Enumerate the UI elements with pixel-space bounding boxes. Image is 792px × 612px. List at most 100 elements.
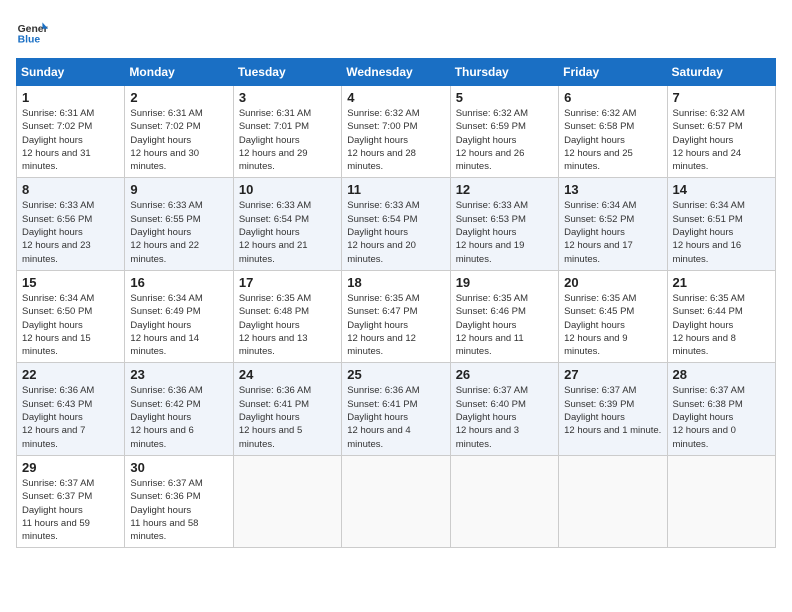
day-info: Sunrise: 6:35 AMSunset: 6:46 PMDaylight … [456,293,528,357]
weekday-header: SundayMondayTuesdayWednesdayThursdayFrid… [17,59,776,86]
calendar-cell: 22 Sunrise: 6:36 AMSunset: 6:43 PMDaylig… [17,363,125,455]
day-number: 19 [456,275,553,290]
logo-icon: General Blue [16,16,48,48]
day-info: Sunrise: 6:36 AMSunset: 6:43 PMDaylight … [22,385,94,449]
weekday-tuesday: Tuesday [233,59,341,86]
calendar-cell: 10 Sunrise: 6:33 AMSunset: 6:54 PMDaylig… [233,178,341,270]
day-info: Sunrise: 6:37 AMSunset: 6:36 PMDaylight … [130,478,202,542]
weekday-monday: Monday [125,59,233,86]
day-number: 10 [239,182,336,197]
calendar-cell [342,455,450,547]
day-info: Sunrise: 6:33 AMSunset: 6:54 PMDaylight … [239,200,311,264]
weekday-thursday: Thursday [450,59,558,86]
week-row: 22 Sunrise: 6:36 AMSunset: 6:43 PMDaylig… [17,363,776,455]
week-row: 8 Sunrise: 6:33 AMSunset: 6:56 PMDayligh… [17,178,776,270]
day-info: Sunrise: 6:32 AMSunset: 7:00 PMDaylight … [347,108,419,172]
day-number: 6 [564,90,661,105]
day-number: 8 [22,182,119,197]
calendar-cell: 4 Sunrise: 6:32 AMSunset: 7:00 PMDayligh… [342,86,450,178]
calendar-cell: 25 Sunrise: 6:36 AMSunset: 6:41 PMDaylig… [342,363,450,455]
calendar-cell: 11 Sunrise: 6:33 AMSunset: 6:54 PMDaylig… [342,178,450,270]
day-info: Sunrise: 6:35 AMSunset: 6:45 PMDaylight … [564,293,636,357]
day-number: 21 [673,275,770,290]
calendar-cell [450,455,558,547]
day-number: 20 [564,275,661,290]
calendar-cell: 14 Sunrise: 6:34 AMSunset: 6:51 PMDaylig… [667,178,775,270]
calendar-cell: 24 Sunrise: 6:36 AMSunset: 6:41 PMDaylig… [233,363,341,455]
day-info: Sunrise: 6:33 AMSunset: 6:56 PMDaylight … [22,200,94,264]
day-number: 14 [673,182,770,197]
day-info: Sunrise: 6:32 AMSunset: 6:58 PMDaylight … [564,108,636,172]
day-info: Sunrise: 6:36 AMSunset: 6:42 PMDaylight … [130,385,202,449]
day-info: Sunrise: 6:34 AMSunset: 6:51 PMDaylight … [673,200,745,264]
logo: General Blue [16,16,48,48]
day-number: 24 [239,367,336,382]
calendar-cell: 6 Sunrise: 6:32 AMSunset: 6:58 PMDayligh… [559,86,667,178]
day-info: Sunrise: 6:32 AMSunset: 6:59 PMDaylight … [456,108,528,172]
calendar-cell: 12 Sunrise: 6:33 AMSunset: 6:53 PMDaylig… [450,178,558,270]
day-info: Sunrise: 6:37 AMSunset: 6:37 PMDaylight … [22,478,94,542]
day-info: Sunrise: 6:31 AMSunset: 7:01 PMDaylight … [239,108,311,172]
day-number: 17 [239,275,336,290]
day-number: 11 [347,182,444,197]
day-number: 16 [130,275,227,290]
calendar-cell: 13 Sunrise: 6:34 AMSunset: 6:52 PMDaylig… [559,178,667,270]
calendar-cell: 30 Sunrise: 6:37 AMSunset: 6:36 PMDaylig… [125,455,233,547]
calendar-cell: 21 Sunrise: 6:35 AMSunset: 6:44 PMDaylig… [667,270,775,362]
calendar-cell: 18 Sunrise: 6:35 AMSunset: 6:47 PMDaylig… [342,270,450,362]
calendar-cell: 15 Sunrise: 6:34 AMSunset: 6:50 PMDaylig… [17,270,125,362]
day-info: Sunrise: 6:36 AMSunset: 6:41 PMDaylight … [347,385,419,449]
day-info: Sunrise: 6:35 AMSunset: 6:47 PMDaylight … [347,293,419,357]
day-info: Sunrise: 6:34 AMSunset: 6:50 PMDaylight … [22,293,94,357]
calendar-cell: 23 Sunrise: 6:36 AMSunset: 6:42 PMDaylig… [125,363,233,455]
day-number: 18 [347,275,444,290]
day-info: Sunrise: 6:33 AMSunset: 6:53 PMDaylight … [456,200,528,264]
weekday-saturday: Saturday [667,59,775,86]
calendar-cell [233,455,341,547]
weekday-friday: Friday [559,59,667,86]
day-number: 12 [456,182,553,197]
day-info: Sunrise: 6:34 AMSunset: 6:52 PMDaylight … [564,200,636,264]
day-info: Sunrise: 6:32 AMSunset: 6:57 PMDaylight … [673,108,745,172]
day-number: 3 [239,90,336,105]
day-info: Sunrise: 6:37 AMSunset: 6:40 PMDaylight … [456,385,528,449]
calendar-cell: 16 Sunrise: 6:34 AMSunset: 6:49 PMDaylig… [125,270,233,362]
calendar-cell: 8 Sunrise: 6:33 AMSunset: 6:56 PMDayligh… [17,178,125,270]
calendar-cell: 5 Sunrise: 6:32 AMSunset: 6:59 PMDayligh… [450,86,558,178]
calendar-cell: 27 Sunrise: 6:37 AMSunset: 6:39 PMDaylig… [559,363,667,455]
day-info: Sunrise: 6:31 AMSunset: 7:02 PMDaylight … [22,108,94,172]
calendar-cell: 20 Sunrise: 6:35 AMSunset: 6:45 PMDaylig… [559,270,667,362]
calendar-cell: 3 Sunrise: 6:31 AMSunset: 7:01 PMDayligh… [233,86,341,178]
day-number: 9 [130,182,227,197]
weekday-wednesday: Wednesday [342,59,450,86]
day-number: 26 [456,367,553,382]
day-info: Sunrise: 6:37 AMSunset: 6:38 PMDaylight … [673,385,745,449]
day-info: Sunrise: 6:34 AMSunset: 6:49 PMDaylight … [130,293,202,357]
week-row: 15 Sunrise: 6:34 AMSunset: 6:50 PMDaylig… [17,270,776,362]
day-number: 7 [673,90,770,105]
day-info: Sunrise: 6:31 AMSunset: 7:02 PMDaylight … [130,108,202,172]
calendar-cell [667,455,775,547]
calendar-cell: 29 Sunrise: 6:37 AMSunset: 6:37 PMDaylig… [17,455,125,547]
day-number: 15 [22,275,119,290]
calendar-cell: 19 Sunrise: 6:35 AMSunset: 6:46 PMDaylig… [450,270,558,362]
day-info: Sunrise: 6:37 AMSunset: 6:39 PMDaylight … [564,385,661,436]
calendar-cell: 17 Sunrise: 6:35 AMSunset: 6:48 PMDaylig… [233,270,341,362]
day-info: Sunrise: 6:33 AMSunset: 6:55 PMDaylight … [130,200,202,264]
calendar-cell [559,455,667,547]
day-info: Sunrise: 6:33 AMSunset: 6:54 PMDaylight … [347,200,419,264]
day-number: 29 [22,460,119,475]
svg-text:Blue: Blue [18,34,41,45]
calendar-table: SundayMondayTuesdayWednesdayThursdayFrid… [16,58,776,548]
calendar-cell: 7 Sunrise: 6:32 AMSunset: 6:57 PMDayligh… [667,86,775,178]
day-info: Sunrise: 6:35 AMSunset: 6:44 PMDaylight … [673,293,745,357]
day-number: 5 [456,90,553,105]
day-number: 30 [130,460,227,475]
day-number: 13 [564,182,661,197]
day-info: Sunrise: 6:35 AMSunset: 6:48 PMDaylight … [239,293,311,357]
day-number: 25 [347,367,444,382]
calendar-cell: 9 Sunrise: 6:33 AMSunset: 6:55 PMDayligh… [125,178,233,270]
calendar-cell: 28 Sunrise: 6:37 AMSunset: 6:38 PMDaylig… [667,363,775,455]
day-number: 1 [22,90,119,105]
day-number: 28 [673,367,770,382]
